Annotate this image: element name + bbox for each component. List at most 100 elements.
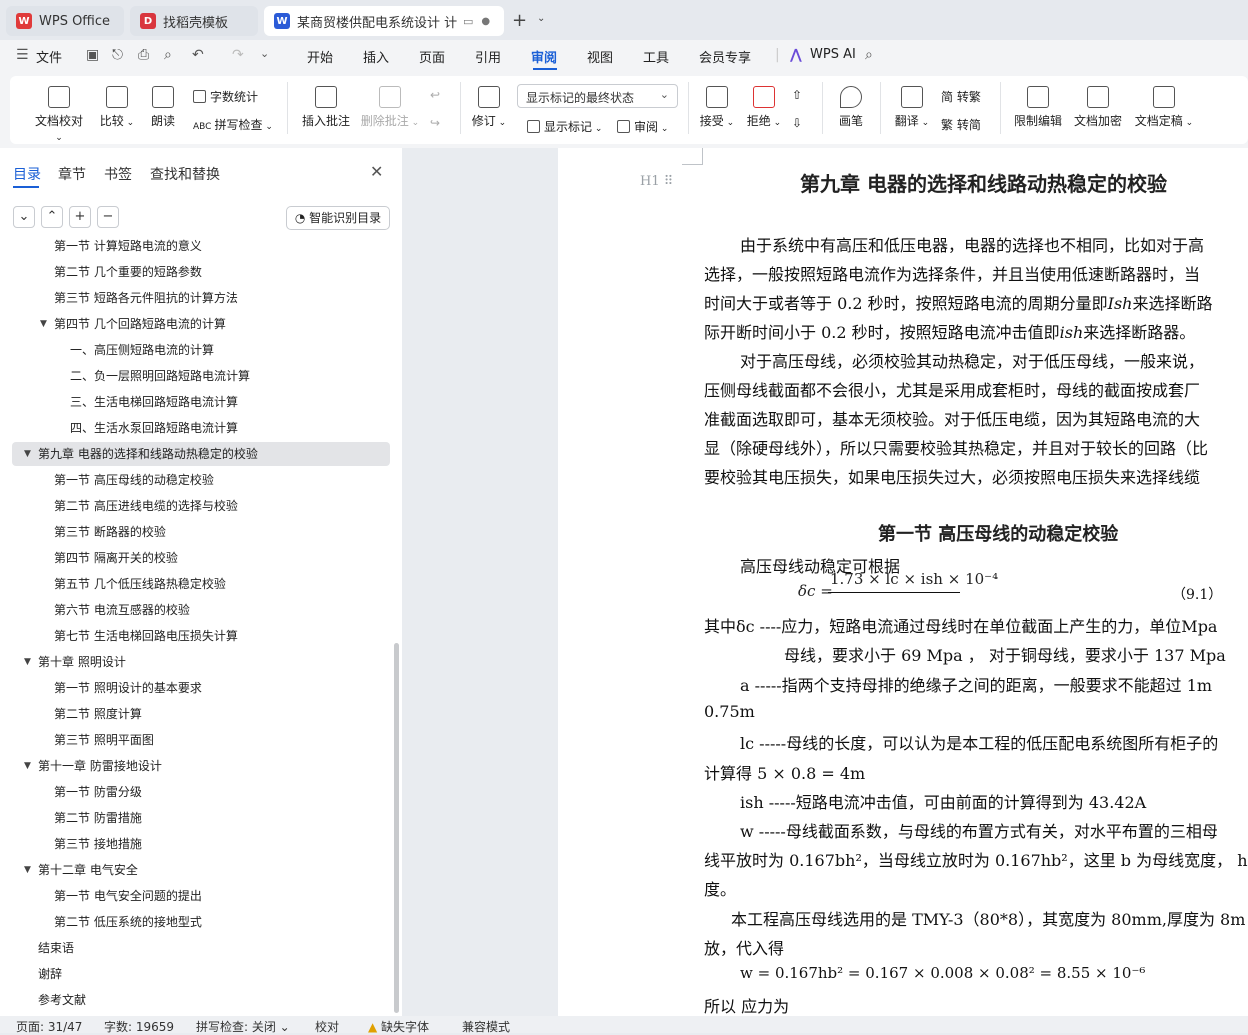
translate-button[interactable]: 翻译 ⌄ [893,86,931,129]
page-indicator[interactable]: 页面: 31/47 [16,1018,82,1035]
print-preview-icon[interactable]: ⌕ [164,47,172,63]
wps-ai-icon[interactable]: ⋀ [790,47,802,63]
to-traditional-button[interactable]: 简 转繁 [941,88,981,105]
tab-find-replace[interactable]: 查找和替换 [150,164,220,184]
toc-item[interactable]: 第二节 低压系统的接地型式 [12,910,390,934]
toc-item[interactable]: 第一节 计算短路电流的意义 [12,238,390,258]
toc-item[interactable]: 第二节 几个重要的短路参数 [12,260,390,284]
encrypt-button[interactable]: 文档加密 [1072,86,1124,129]
spell-check-button[interactable]: ABC 拼写检查 ⌄ [193,116,273,133]
collapse-up-icon[interactable]: ⌃ [41,206,63,228]
read-aloud-button[interactable]: 朗读 [148,86,178,129]
revise-button[interactable]: 修订 ⌄ [470,86,508,129]
restrict-edit-button[interactable]: 限制编辑 [1012,86,1064,129]
word-count-button[interactable]: 字数统计 [193,88,258,105]
more-chevron-icon[interactable]: ⌄ [260,47,269,60]
toc-item[interactable]: ▼ 第十一章 防雷接地设计 [12,754,390,778]
new-tab-icon[interactable]: + [512,10,527,31]
close-icon[interactable]: ✕ [370,162,383,181]
unsaved-dot-icon[interactable]: ● [481,16,490,27]
next-change-icon[interactable]: ⇩ [792,116,802,130]
heading-marker[interactable]: H1 ⠿ [640,174,673,189]
toc-item[interactable]: 第二节 照度计算 [12,702,390,726]
menu-page[interactable]: 页面 [419,47,445,66]
document-page[interactable]: H1 ⠿ 第九章 电器的选择和线路动热稳定的校验 由于系统中有高压和低压电器，电… [558,148,1248,1016]
search-icon[interactable]: ⌕ [865,47,873,63]
toc-item[interactable]: 参考文献 [12,988,390,1012]
expand-arrow-icon[interactable]: ▼ [24,754,31,778]
toc-item[interactable]: 第七节 生活电梯回路电压损失计算 [12,624,390,648]
toc-item[interactable]: 第一节 防雷分级 [12,780,390,804]
compare-button[interactable]: 比较 ⌄ [98,86,136,129]
pen-button[interactable]: 画笔 [836,86,866,129]
tab-document[interactable]: W 某商贸楼供配电系统设计 计算 ▭ ● [264,6,504,36]
toc-item[interactable]: 第一节 高压母线的动稳定校验 [12,468,390,492]
toc-item[interactable]: 第三节 接地措施 [12,832,390,856]
toc-item[interactable]: 第一节 电气安全问题的提出 [12,884,390,908]
save-icon[interactable]: ▣ [86,47,99,63]
toc-item[interactable]: 第六节 电流互感器的校验 [12,598,390,622]
menu-view[interactable]: 视图 [587,47,613,66]
minus-icon[interactable]: − [97,206,119,228]
redo-icon[interactable]: ↷ [232,47,244,63]
toc-item[interactable]: 第一节 照明设计的基本要求 [12,676,390,700]
next-comment-icon[interactable]: ↪ [430,116,440,130]
toc-item[interactable]: 第四节 隔离开关的校验 [12,546,390,570]
undo-icon[interactable]: ↶ [192,47,204,63]
expand-arrow-icon[interactable]: ▼ [40,312,47,336]
scrollbar[interactable] [394,643,399,1013]
toc-item[interactable]: ▼ 第九章 电器的选择和线路动热稳定的校验 [12,442,390,466]
toc-item[interactable]: 第二节 防雷措施 [12,806,390,830]
menu-review[interactable]: 审阅 [531,47,557,66]
tab-chapters[interactable]: 章节 [58,164,86,184]
insert-comment-button[interactable]: 插入批注 [300,86,352,129]
tab-toc[interactable]: 目录 [13,164,41,184]
tab-wps-office[interactable]: W WPS Office [6,6,124,36]
menu-references[interactable]: 引用 [475,47,501,66]
toc-item[interactable]: ▼ 第十二章 电气安全 [12,858,390,882]
expand-arrow-icon[interactable]: ▼ [24,442,31,466]
expand-arrow-icon[interactable]: ▼ [24,858,31,882]
toc-item[interactable]: 第五节 几个低压线路热稳定校验 [12,572,390,596]
missing-font-status[interactable]: ▲ 缺失字体 [368,1018,429,1035]
toc-item[interactable]: 三、生活电梯回路短路电流计算 [12,390,390,414]
toc-item[interactable]: ▼ 第四节 几个回路短路电流的计算 [12,312,390,336]
toc-item[interactable]: 结束语 [12,936,390,960]
prev-comment-icon[interactable]: ↩ [430,88,440,102]
menu-member[interactable]: 会员专享 [699,47,751,66]
toc-item[interactable]: 一、高压侧短路电流的计算 [12,338,390,362]
tab-bookmarks[interactable]: 书签 [104,164,132,184]
review-pane-button[interactable]: 审阅 ⌄ [617,118,668,135]
toc-item[interactable]: ▼ 第十章 照明设计 [12,650,390,674]
proofread-status[interactable]: 校对 [315,1018,339,1035]
toc-item[interactable]: 四、生活水泵回路短路电流计算 [12,416,390,440]
markup-mode-select[interactable]: 显示标记的最终状态 ⌄ [517,84,678,108]
toc-item[interactable]: 二、负一层照明回路短路电流计算 [12,364,390,388]
tab-template[interactable]: D 找稻壳模板 [130,6,258,36]
menu-tools[interactable]: 工具 [643,47,669,66]
add-icon[interactable]: + [69,206,91,228]
export-icon[interactable]: ⎋ [112,47,123,63]
toc-item[interactable]: 第三节 断路器的校验 [12,520,390,544]
doc-check-button[interactable]: 文档校对 ⌄ [30,86,88,143]
finalize-button[interactable]: 文档定稿 ⌄ [1132,86,1196,129]
menu-home[interactable]: 开始 [307,47,333,66]
toc-item[interactable]: 第三节 短路各元件阻抗的计算方法 [12,286,390,310]
chevron-down-icon[interactable]: ⌄ [537,13,545,24]
prev-change-icon[interactable]: ⇧ [792,88,802,102]
to-simplified-button[interactable]: 繁 转简 [941,116,981,133]
show-markup-button[interactable]: 显示标记 ⌄ [527,118,602,135]
menu-insert[interactable]: 插入 [363,47,389,66]
menu-wps-ai[interactable]: WPS AI [810,47,856,62]
print-icon[interactable]: ⎙ [138,47,149,63]
expand-arrow-icon[interactable]: ▼ [24,650,31,674]
toc-item[interactable]: 第三节 照明平面图 [12,728,390,752]
hamburger-icon[interactable]: ☰ [16,47,29,63]
smart-toc-button[interactable]: ◔ 智能识别目录 [286,206,390,230]
toc-item[interactable]: 谢辞 [12,962,390,986]
accept-button[interactable]: 接受 ⌄ [698,86,736,129]
menu-file[interactable]: 文件 [36,47,62,66]
toc-item[interactable]: 第二节 高压进线电缆的选择与校验 [12,494,390,518]
collapse-down-icon[interactable]: ⌄ [13,206,35,228]
spell-check-status[interactable]: 拼写检查: 关闭 ⌄ [196,1018,290,1035]
